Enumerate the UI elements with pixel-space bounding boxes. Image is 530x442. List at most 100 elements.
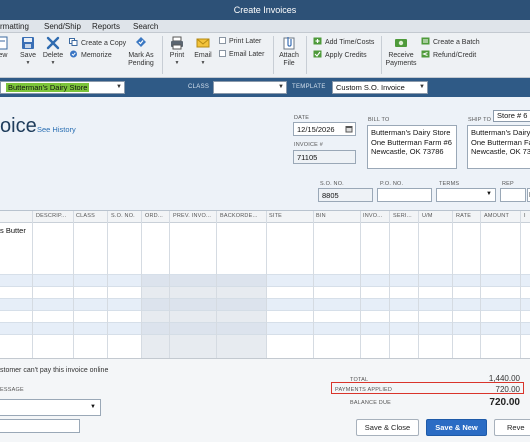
col-prev-invoiced: PREV. INVO...: [173, 213, 212, 219]
attach-label-line1: Attach: [279, 52, 299, 59]
menu-send-ship[interactable]: Send/Ship: [44, 22, 81, 31]
col-class: CLASS: [76, 213, 96, 219]
email-later-label: Email Later: [229, 51, 265, 58]
attach-label-line2: File: [283, 60, 295, 67]
invoice-footer: stomer can't pay this invoice online ESS…: [0, 358, 530, 442]
line-items-table: DESCRIP... CLASS S.O. NO. ORD... PREV. I…: [0, 210, 530, 359]
create-batch-label: Create a Batch: [433, 39, 480, 46]
new-invoice-icon: [0, 36, 8, 50]
column-divider: [141, 211, 142, 359]
col-site: SITE: [269, 213, 283, 219]
email-later-check[interactable]: [219, 50, 226, 57]
delete-button[interactable]: Delete ▼: [42, 36, 64, 66]
attach-file-button[interactable]: Attach File: [278, 36, 300, 68]
terms-select[interactable]: ▼: [436, 188, 496, 202]
see-history-link[interactable]: See History: [37, 125, 76, 134]
receive-payments-button[interactable]: Receive Payments: [384, 36, 418, 68]
refund-credit-button[interactable]: Refund/Credit: [421, 50, 476, 60]
class-select[interactable]: ▼: [213, 81, 287, 94]
print-dropdown-icon[interactable]: ▼: [167, 60, 187, 66]
template-select[interactable]: Custom S.O. Invoice ▼: [332, 81, 428, 94]
apply-credits-button[interactable]: Apply Credits: [313, 50, 367, 60]
refund-credit-label: Refund/Credit: [433, 52, 477, 59]
email-button[interactable]: Email ▼: [192, 36, 214, 66]
save-button[interactable]: Save ▼: [17, 36, 39, 66]
so-number-field[interactable]: 8805: [318, 188, 373, 202]
column-divider: [389, 211, 390, 359]
col-serial: SERI...: [393, 213, 412, 219]
page-title: oice: [0, 115, 37, 137]
printer-icon: [171, 36, 183, 50]
invoice-number-label: INVOICE #: [294, 142, 324, 148]
receive-payments-label-line2: Payments: [385, 60, 417, 67]
customer-message-dropdown-icon[interactable]: ▼: [90, 404, 96, 410]
save-close-button[interactable]: Save & Close: [356, 419, 419, 436]
create-batch-button[interactable]: Create a Batch: [421, 37, 480, 47]
menu-search[interactable]: Search: [133, 22, 158, 31]
delete-label: Delete: [42, 52, 64, 59]
customer-message-select[interactable]: ▼: [0, 399, 101, 416]
memorize-button[interactable]: Memorize: [69, 50, 112, 60]
bill-to-line: One Butterman Farm #6: [371, 137, 452, 147]
date-label: DATE: [294, 115, 310, 121]
delete-dropdown-icon[interactable]: ▼: [42, 60, 64, 66]
save-dropdown-icon[interactable]: ▼: [17, 60, 39, 66]
bill-to-address[interactable]: Butterman's Dairy Store One Butterman Fa…: [367, 125, 457, 169]
new-button[interactable]: ew: [0, 36, 10, 60]
print-later-check[interactable]: [219, 37, 226, 44]
invoice-number-field[interactable]: 71105: [293, 150, 356, 164]
print-later-label: Print Later: [229, 38, 262, 45]
revert-label: Reve: [507, 423, 525, 432]
date-value: 12/15/2026: [297, 125, 335, 134]
col-invoiced: INVO...: [363, 213, 383, 219]
customer-message-label: ESSAGE: [0, 387, 24, 393]
class-dropdown-icon[interactable]: ▼: [278, 82, 284, 93]
email-later-checkbox[interactable]: Email Later: [219, 50, 264, 60]
ship-to-address[interactable]: Butterman's Dairy S One Butterman Fa New…: [467, 125, 530, 169]
menu-formatting[interactable]: rmatting: [0, 22, 29, 31]
apply-credits-label: Apply Credits: [325, 52, 367, 59]
toolbar: ew Save ▼ Delete ▼ Create a Copy Memoriz…: [0, 33, 530, 78]
customer-dropdown-icon[interactable]: ▼: [116, 82, 122, 93]
invoice-number-value: 71105: [297, 153, 318, 162]
print-later-checkbox[interactable]: Print Later: [219, 37, 261, 47]
memo-field[interactable]: [0, 419, 80, 433]
row-item-value: s Butter: [0, 226, 26, 235]
po-number-label: P.O. NO.: [380, 181, 404, 187]
column-divider: [480, 211, 481, 359]
terms-dropdown-icon[interactable]: ▼: [486, 191, 492, 197]
refund-credit-icon: [421, 50, 430, 58]
customer-job-select[interactable]: Butterman's Dairy Store ▼: [0, 81, 125, 94]
menu-reports[interactable]: Reports: [92, 22, 120, 31]
so-number-label: S.O. NO.: [320, 181, 344, 187]
table-row[interactable]: s Butter: [0, 223, 530, 275]
column-divider: [452, 211, 453, 359]
col-so-number: S.O. NO.: [111, 213, 135, 219]
window-title: Create Invoices: [233, 5, 297, 15]
class-label: CLASS: [188, 84, 210, 90]
mark-as-pending-button[interactable]: Mark As Pending: [124, 36, 158, 68]
so-number-value: 8805: [322, 191, 339, 200]
po-number-field[interactable]: [377, 188, 432, 202]
rep-select[interactable]: [500, 188, 526, 202]
save-close-label: Save & Close: [364, 423, 411, 432]
date-field[interactable]: 12/15/2026: [293, 122, 356, 136]
add-time-costs-icon: [313, 37, 322, 45]
create-copy-button[interactable]: Create a Copy: [69, 38, 126, 48]
save-new-label: Save & New: [435, 423, 478, 432]
toolbar-separator: [381, 36, 382, 74]
pending-icon: [136, 37, 146, 47]
add-time-costs-button[interactable]: Add Time/Costs: [313, 37, 374, 47]
print-label: Print: [169, 52, 185, 59]
revert-button[interactable]: Reve: [494, 419, 530, 436]
calendar-icon[interactable]: [345, 125, 353, 133]
print-button[interactable]: Print ▼: [167, 36, 187, 66]
template-dropdown-icon[interactable]: ▼: [419, 82, 425, 93]
ship-to-select[interactable]: Store # 6: [493, 110, 530, 122]
email-dropdown-icon[interactable]: ▼: [192, 60, 214, 66]
column-divider: [169, 211, 170, 359]
column-divider: [266, 211, 267, 359]
save-new-button[interactable]: Save & New: [426, 419, 487, 436]
toolbar-separator: [273, 36, 274, 74]
copy-icon: [69, 38, 78, 46]
